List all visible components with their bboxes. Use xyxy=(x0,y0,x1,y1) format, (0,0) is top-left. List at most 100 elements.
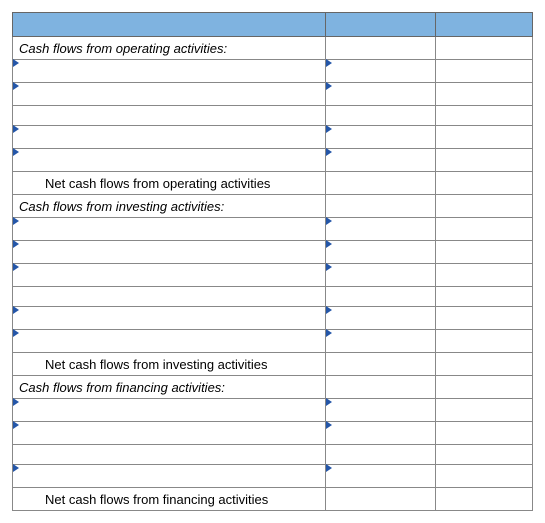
input-flag-icon xyxy=(13,125,19,133)
cash-flow-statement-table: Cash flows from operating activities: Ne… xyxy=(12,12,533,511)
investing-title: Cash flows from investing activities: xyxy=(13,195,326,218)
input-flag-icon xyxy=(326,464,332,472)
input-flag-icon xyxy=(13,464,19,472)
input-flag-icon xyxy=(13,421,19,429)
gap-row xyxy=(13,445,533,465)
financing-desc-input-1[interactable] xyxy=(13,422,325,444)
financing-subtotal-label: Net cash flows from financing activities xyxy=(13,488,326,511)
input-row xyxy=(13,399,533,422)
input-row xyxy=(13,218,533,241)
investing-desc-input-0[interactable] xyxy=(13,218,325,240)
operating-desc-2[interactable] xyxy=(13,126,326,149)
investing-desc-input-2[interactable] xyxy=(13,264,325,286)
input-flag-icon xyxy=(326,59,332,67)
financing-desc-input-2[interactable] xyxy=(13,465,325,487)
input-flag-icon xyxy=(13,398,19,406)
input-flag-icon xyxy=(326,329,332,337)
input-row xyxy=(13,465,533,488)
input-flag-icon xyxy=(326,148,332,156)
operating-val-1[interactable] xyxy=(326,83,436,106)
operating-val-2[interactable] xyxy=(326,126,436,149)
financing-desc-1[interactable] xyxy=(13,422,326,445)
subtotal-row: Net cash flows from financing activities xyxy=(13,488,533,511)
section-title-row: Cash flows from financing activities: xyxy=(13,376,533,399)
input-row xyxy=(13,330,533,353)
investing-desc-input-1[interactable] xyxy=(13,241,325,263)
financing-val-0[interactable] xyxy=(326,399,436,422)
input-flag-icon xyxy=(13,240,19,248)
investing-val-0[interactable] xyxy=(326,218,436,241)
subtotal-row: Net cash flows from operating activities xyxy=(13,172,533,195)
input-flag-icon xyxy=(326,217,332,225)
investing-val-input-4[interactable] xyxy=(326,330,435,352)
investing-val-input-3[interactable] xyxy=(326,307,435,329)
investing-val-1[interactable] xyxy=(326,241,436,264)
investing-desc-2[interactable] xyxy=(13,264,326,287)
operating-subtotal-value xyxy=(436,172,533,195)
investing-val-4[interactable] xyxy=(326,330,436,353)
gap-row xyxy=(13,287,533,307)
investing-val-input-0[interactable] xyxy=(326,218,435,240)
operating-desc-input-1[interactable] xyxy=(13,83,325,105)
input-flag-icon xyxy=(13,329,19,337)
input-row xyxy=(13,149,533,172)
input-flag-icon xyxy=(326,125,332,133)
financing-subtotal-value xyxy=(436,488,533,511)
input-flag-icon xyxy=(326,240,332,248)
input-flag-icon xyxy=(326,82,332,90)
financing-title: Cash flows from financing activities: xyxy=(13,376,326,399)
input-flag-icon xyxy=(13,306,19,314)
investing-desc-input-4[interactable] xyxy=(13,330,325,352)
table-header-row xyxy=(13,13,533,37)
financing-desc-0[interactable] xyxy=(13,399,326,422)
financing-val-input-1[interactable] xyxy=(326,422,435,444)
financing-val-input-0[interactable] xyxy=(326,399,435,421)
input-flag-icon xyxy=(326,306,332,314)
investing-val-input-1[interactable] xyxy=(326,241,435,263)
investing-desc-1[interactable] xyxy=(13,241,326,264)
investing-val-input-2[interactable] xyxy=(326,264,435,286)
input-row xyxy=(13,307,533,330)
input-row xyxy=(13,126,533,149)
operating-val-input-2[interactable] xyxy=(326,126,435,148)
operating-val-input-1[interactable] xyxy=(326,83,435,105)
investing-val-3[interactable] xyxy=(326,307,436,330)
input-flag-icon xyxy=(13,217,19,225)
input-row xyxy=(13,241,533,264)
investing-desc-3[interactable] xyxy=(13,307,326,330)
input-flag-icon xyxy=(13,148,19,156)
input-row xyxy=(13,83,533,106)
subtotal-row: Net cash flows from investing activities xyxy=(13,353,533,376)
operating-val-3[interactable] xyxy=(326,149,436,172)
operating-title: Cash flows from operating activities: xyxy=(13,37,326,60)
investing-subtotal-label: Net cash flows from investing activities xyxy=(13,353,326,376)
operating-desc-input-0[interactable] xyxy=(13,60,325,82)
operating-desc-3[interactable] xyxy=(13,149,326,172)
operating-desc-input-2[interactable] xyxy=(13,126,325,148)
operating-desc-0[interactable] xyxy=(13,60,326,83)
operating-val-input-0[interactable] xyxy=(326,60,435,82)
input-flag-icon xyxy=(13,82,19,90)
input-row xyxy=(13,264,533,287)
investing-desc-4[interactable] xyxy=(13,330,326,353)
operating-desc-input-3[interactable] xyxy=(13,149,325,171)
financing-desc-input-0[interactable] xyxy=(13,399,325,421)
operating-val-input-3[interactable] xyxy=(326,149,435,171)
investing-val-2[interactable] xyxy=(326,264,436,287)
investing-desc-input-3[interactable] xyxy=(13,307,325,329)
financing-val-1[interactable] xyxy=(326,422,436,445)
input-flag-icon xyxy=(326,421,332,429)
operating-desc-1[interactable] xyxy=(13,83,326,106)
financing-val-input-2[interactable] xyxy=(326,465,435,487)
operating-val-0[interactable] xyxy=(326,60,436,83)
section-title-row: Cash flows from operating activities: xyxy=(13,37,533,60)
input-row xyxy=(13,60,533,83)
financing-desc-2[interactable] xyxy=(13,465,326,488)
input-row xyxy=(13,422,533,445)
input-flag-icon xyxy=(326,398,332,406)
investing-desc-0[interactable] xyxy=(13,218,326,241)
gap-row xyxy=(13,106,533,126)
financing-val-2[interactable] xyxy=(326,465,436,488)
investing-subtotal-value xyxy=(436,353,533,376)
input-flag-icon xyxy=(13,263,19,271)
